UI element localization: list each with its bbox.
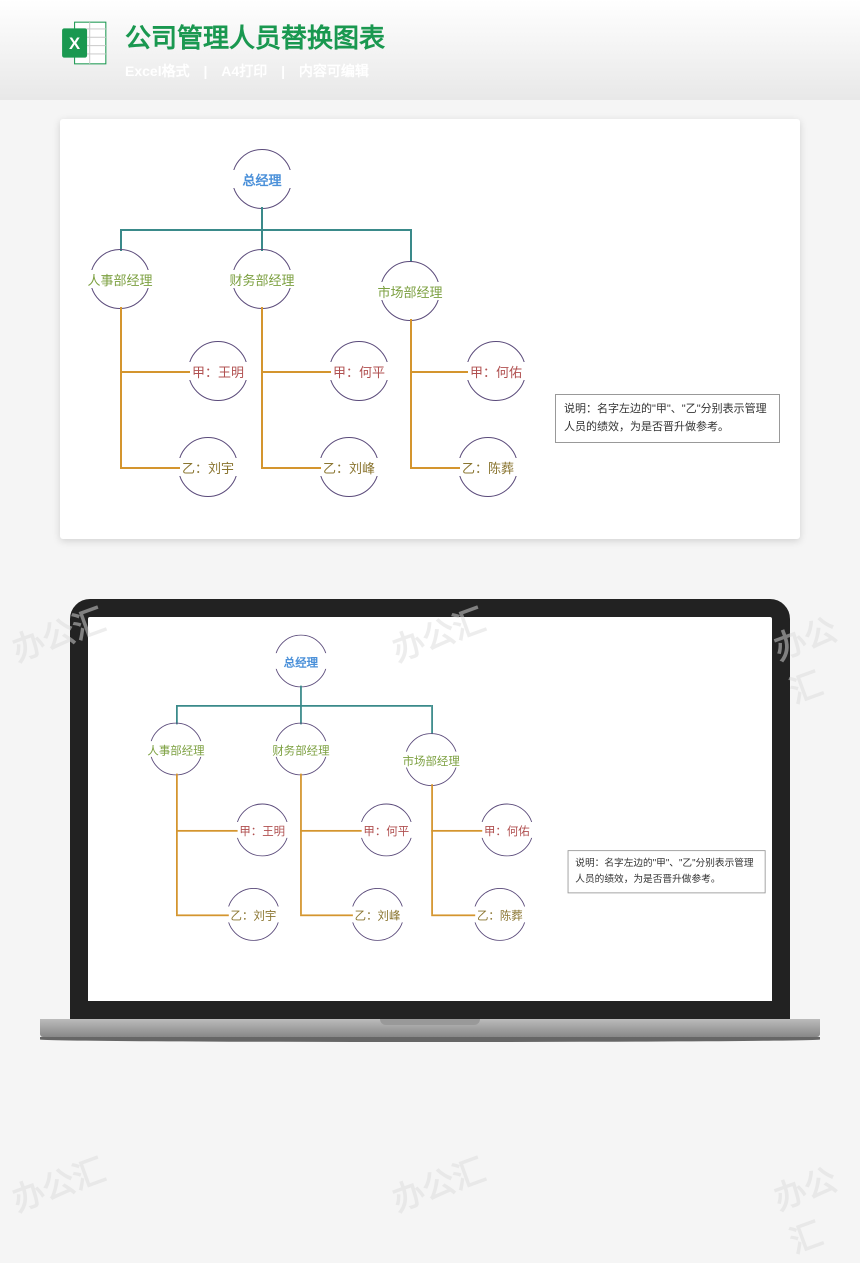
node-person: 甲：何佑 [480, 804, 533, 857]
node-dept: 市场部经理 [380, 261, 440, 321]
connector [300, 774, 301, 915]
connector [120, 467, 180, 469]
node-person: 乙：刘峰 [351, 888, 404, 941]
dept-label: 市场部经理 [403, 751, 460, 768]
node-person: 乙：刘宇 [227, 888, 280, 941]
person-label: 乙：刘宇 [182, 458, 234, 477]
connector [176, 705, 431, 706]
page-title: 公司管理人员替换图表 [125, 18, 800, 55]
person-label: 甲：王明 [239, 822, 285, 839]
root-label: 总经理 [284, 653, 318, 670]
page-header: X 公司管理人员替换图表 Excel格式 | A4打印 | 内容可编辑 [0, 0, 860, 99]
connector [261, 229, 263, 251]
person-label: 乙：刘宇 [231, 906, 277, 923]
node-person: 乙：陈葬 [458, 437, 518, 497]
org-chart: 总经理 人事部经理 财务部经理 市场部经理 甲：王明 [80, 139, 780, 519]
node-person: 甲：王明 [188, 341, 248, 401]
person-label: 甲：何佑 [484, 822, 530, 839]
node-root: 总经理 [232, 149, 292, 209]
dept-label: 财务部经理 [272, 741, 329, 758]
connector [120, 229, 410, 231]
node-person: 甲：何平 [360, 804, 413, 857]
laptop-mockup: 总经理 人事部经理 财务部经理 市场部经理 [70, 599, 790, 1037]
connector [120, 229, 122, 251]
excel-icon: X [60, 18, 110, 68]
node-dept: 人事部经理 [150, 723, 203, 776]
node-root: 总经理 [275, 635, 328, 688]
node-person: 甲：何佑 [466, 341, 526, 401]
connector [410, 319, 412, 467]
connector [176, 774, 177, 915]
root-label: 总经理 [242, 170, 281, 189]
connector [300, 686, 301, 705]
watermark: 办公汇 [385, 1145, 491, 1221]
connector [176, 830, 238, 831]
watermark: 办公汇 [5, 1145, 111, 1221]
connector [120, 371, 190, 373]
node-dept: 人事部经理 [90, 249, 150, 309]
person-label: 乙：陈葬 [477, 906, 523, 923]
watermark: 办公汇 [767, 1149, 860, 1263]
connector [431, 914, 475, 915]
person-label: 甲：何平 [333, 362, 385, 381]
connector [410, 371, 468, 373]
person-label: 甲：何平 [363, 822, 409, 839]
org-chart-laptop: 总经理 人事部经理 财务部经理 市场部经理 [88, 617, 774, 1002]
connector [410, 467, 460, 469]
page-subtitle: Excel格式 | A4打印 | 内容可编辑 [125, 61, 800, 81]
connector [300, 914, 353, 915]
preview-card: 总经理 人事部经理 财务部经理 市场部经理 甲：王明 [60, 119, 800, 539]
print-label: A4打印 [221, 63, 267, 79]
camera-icon [427, 605, 433, 611]
svg-text:X: X [69, 34, 80, 53]
editable-label: 内容可编辑 [299, 63, 369, 79]
connector [410, 229, 412, 262]
dept-label: 市场部经理 [378, 282, 443, 301]
explanation-note: 说明：名字左边的"甲"、"乙"分别表示管理 人员的绩效，为是否晋升做参考。 [555, 394, 780, 443]
node-dept: 市场部经理 [405, 733, 458, 786]
connector [431, 830, 482, 831]
person-label: 乙：陈葬 [462, 458, 514, 477]
person-label: 甲：何佑 [470, 362, 522, 381]
dept-label: 财务部经理 [230, 270, 295, 289]
connector [300, 830, 362, 831]
connector [261, 207, 263, 229]
node-person: 甲：王明 [236, 804, 289, 857]
laptop-base [40, 1019, 820, 1037]
connector [176, 914, 229, 915]
connector [431, 705, 432, 734]
format-label: Excel格式 [125, 63, 190, 79]
person-label: 乙：刘峰 [323, 458, 375, 477]
connector [120, 307, 122, 467]
connector [431, 784, 432, 914]
connector [261, 467, 321, 469]
node-person: 乙：刘宇 [178, 437, 238, 497]
node-person: 甲：何平 [329, 341, 389, 401]
node-dept: 财务部经理 [275, 723, 328, 776]
explanation-note: 说明：名字左边的"甲"、"乙"分别表示管理 人员的绩效，为是否晋升做参考。 [567, 850, 765, 893]
node-person: 乙：刘峰 [319, 437, 379, 497]
person-label: 乙：刘峰 [355, 906, 401, 923]
dept-label: 人事部经理 [147, 741, 204, 758]
node-dept: 财务部经理 [232, 249, 292, 309]
dept-label: 人事部经理 [88, 270, 153, 289]
connector [176, 705, 177, 724]
connector [261, 371, 331, 373]
node-person: 乙：陈葬 [473, 888, 526, 941]
connector [300, 705, 301, 724]
connector [261, 307, 263, 467]
person-label: 甲：王明 [192, 362, 244, 381]
